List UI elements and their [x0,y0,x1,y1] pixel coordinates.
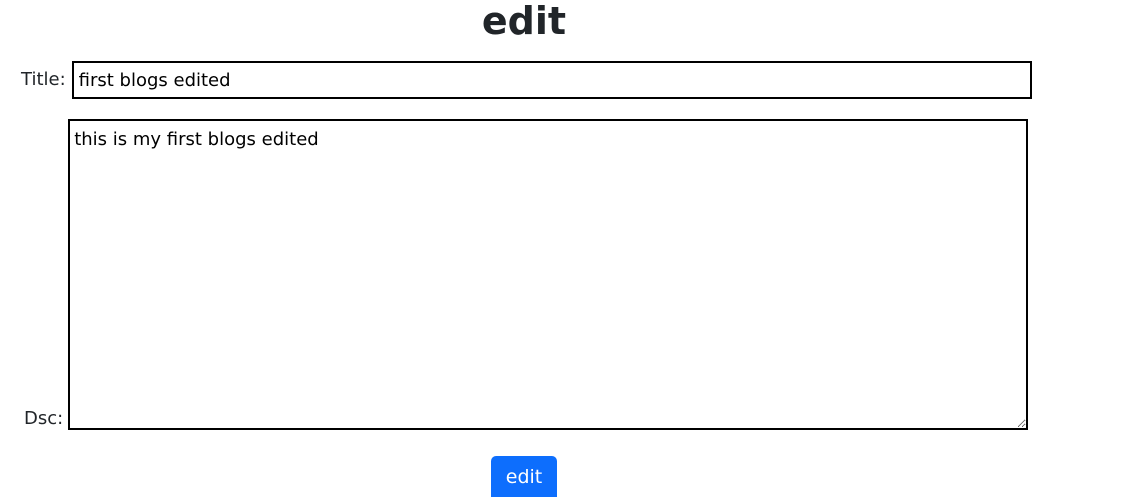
description-label: Dsc: [24,408,64,429]
title-label: Title: [21,69,66,90]
edit-submit-button[interactable]: edit [491,456,557,497]
title-input[interactable] [71,61,1032,99]
title-row: Title: [21,61,1032,99]
description-row: Dsc: this is my first blogs edited [24,119,1029,430]
edit-blog-page: edit Title: Dsc: this is my first blogs … [0,0,1121,497]
description-textarea[interactable]: this is my first blogs edited [68,119,1029,430]
page-title: edit [481,0,567,43]
